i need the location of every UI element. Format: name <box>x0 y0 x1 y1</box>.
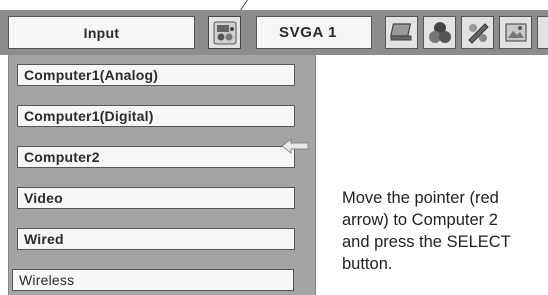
menu-bar: Input SVGA 1 <box>0 10 548 55</box>
screen-icon[interactable] <box>385 16 418 49</box>
mode-display: SVGA 1 <box>256 16 372 49</box>
color-adjust-icon[interactable] <box>423 16 456 49</box>
image-adjust-icon[interactable] <box>461 16 494 49</box>
list-item-computer2[interactable]: Computer2 <box>17 146 295 168</box>
input-source-glyph <box>213 21 236 44</box>
caption-line: arrow) to Computer 2 <box>342 211 498 229</box>
image-picture-icon[interactable] <box>499 16 532 49</box>
list-item-wired[interactable]: Wired <box>17 228 295 250</box>
list-item-computer1-analog[interactable]: Computer1(Analog) <box>17 64 295 86</box>
list-item-video[interactable]: Video <box>17 187 295 209</box>
input-menu-button[interactable]: Input <box>8 16 195 49</box>
input-list-panel: Computer1(Analog) Computer1(Digital) Com… <box>8 55 316 295</box>
list-item-wireless[interactable]: Wireless <box>12 269 294 291</box>
caption-line: button. <box>342 255 393 273</box>
input-source-icon[interactable] <box>208 16 241 49</box>
list-item-computer1-digital[interactable]: Computer1(Digital) <box>17 105 295 127</box>
caption-line: and press the SELECT <box>342 233 511 251</box>
leader-line <box>232 0 249 10</box>
caption-line: Move the pointer (red <box>342 189 499 207</box>
pointer-arrow-left-icon <box>281 137 309 155</box>
more-icon[interactable] <box>537 16 548 49</box>
instruction-caption: Move the pointer (red arrow) to Computer… <box>342 187 548 275</box>
